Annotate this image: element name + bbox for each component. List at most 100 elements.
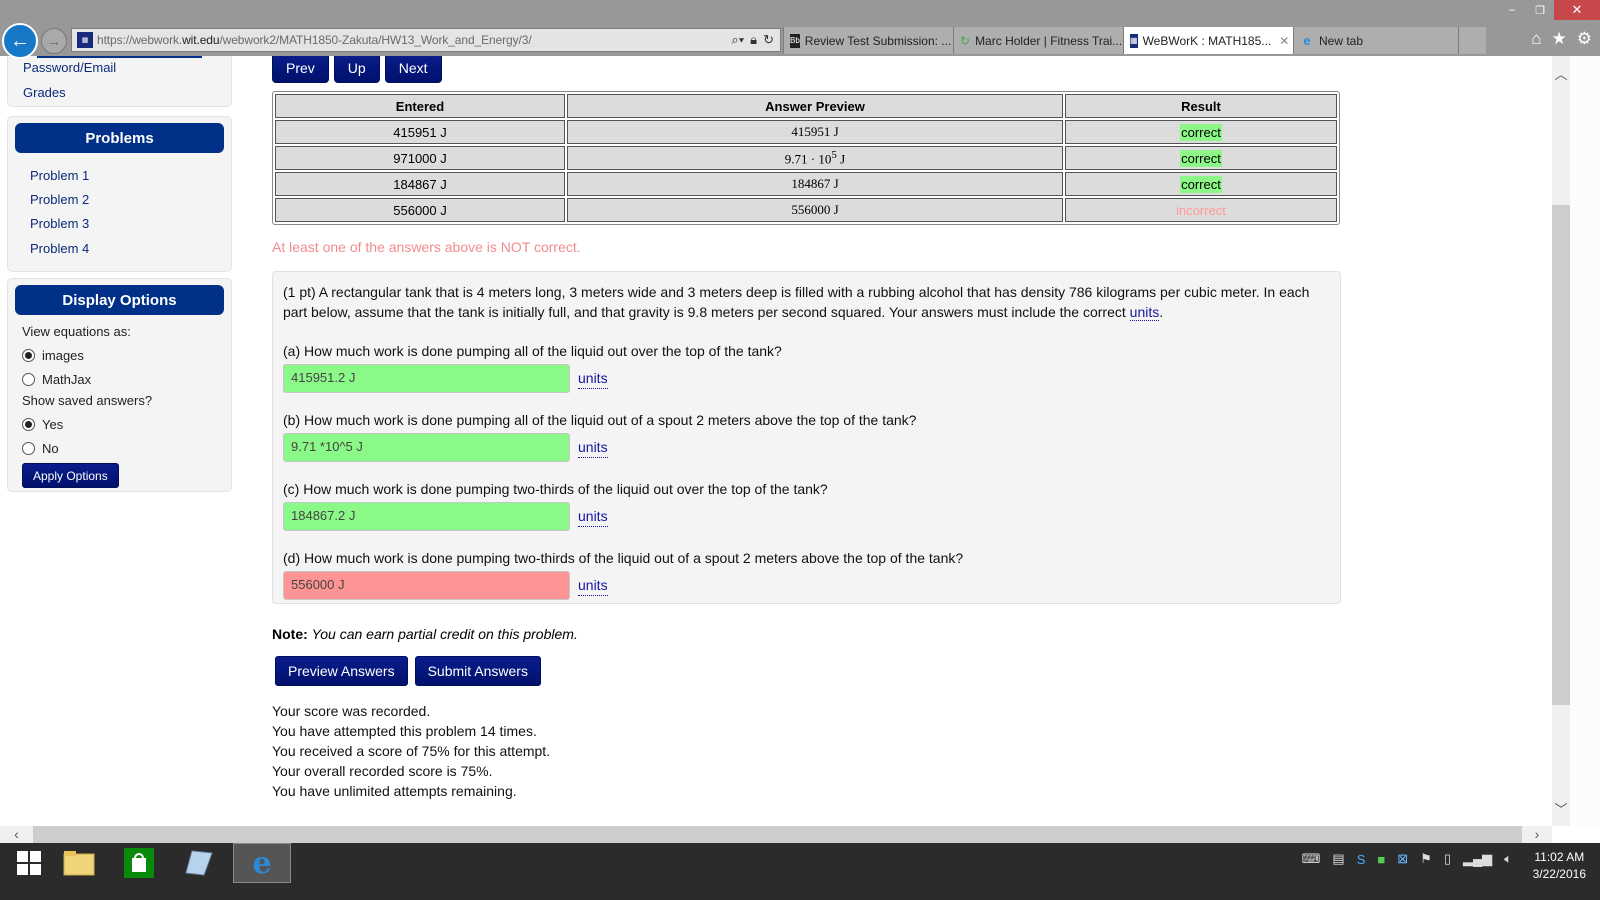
vertical-scroll-thumb[interactable] <box>1552 205 1570 705</box>
tab-review-test[interactable]: Bb Review Test Submission: ... <box>783 27 953 54</box>
table-row: 971000 J 9.71 · 105 J correct <box>275 146 1337 170</box>
answer-input-a[interactable]: 415951.2 J <box>283 363 570 393</box>
grades-link[interactable]: Grades <box>23 85 66 100</box>
units-link-b[interactable]: units <box>578 437 608 458</box>
minimize-button[interactable]: – <box>1498 0 1526 20</box>
star-icon[interactable]: ★ <box>1552 29 1567 49</box>
radio-label: Yes <box>42 416 64 432</box>
units-link-a[interactable]: units <box>578 368 608 389</box>
apply-options-button[interactable]: Apply Options <box>22 463 119 488</box>
green-app-icon[interactable]: ■ <box>1377 852 1385 867</box>
search-icon[interactable]: ⌕▾ <box>731 32 744 48</box>
preview-answers-button[interactable]: Preview Answers <box>275 656 408 686</box>
horizontal-scrollbar[interactable]: ‹ › <box>0 826 1552 843</box>
display-options-form: View equations as: images MathJax Show s… <box>22 324 152 488</box>
view-equations-label: View equations as: <box>22 324 131 339</box>
result-correct-badge: correct <box>1180 123 1222 141</box>
notepad-button[interactable] <box>170 843 228 883</box>
scroll-left-icon[interactable]: ‹ <box>0 826 33 843</box>
volume-muted-icon[interactable]: 🔈︎ <box>1504 851 1512 867</box>
entered-cell: 556000 J <box>275 198 565 222</box>
home-icon[interactable]: ⌂ <box>1531 29 1541 49</box>
close-tab-icon[interactable]: ✕ <box>1279 34 1289 48</box>
clock-time: 11:02 AM <box>1534 850 1585 864</box>
problem-1-link[interactable]: Problem 1 <box>30 168 89 183</box>
flag-icon[interactable]: ⚑ <box>1420 851 1432 867</box>
forward-button[interactable]: → <box>41 28 67 54</box>
url-text[interactable]: https://webwork.wit.edu/webwork2/MATH185… <box>97 33 532 47</box>
file-explorer-button[interactable] <box>50 843 108 883</box>
not-correct-warning: At least one of the answers above is NOT… <box>272 239 581 255</box>
close-window-button[interactable]: ✕ <box>1554 0 1600 20</box>
vertical-scrollbar[interactable]: ︿ ﹀ <box>1552 56 1570 826</box>
score-line: You have attempted this problem 14 times… <box>272 723 537 739</box>
part-a: (a) How much work is done pumping all of… <box>283 341 1330 393</box>
lock-icon[interactable]: 🔒︎ <box>750 32 757 48</box>
notes-icon[interactable]: ▤ <box>1332 851 1344 867</box>
result-correct-badge: correct <box>1180 175 1222 193</box>
refresh-page-icon: ↻ <box>960 33 971 48</box>
answer-input-d[interactable]: 556000 J <box>283 570 570 600</box>
answer-row-d: 556000 J units <box>283 570 1330 600</box>
radio-unselected-icon[interactable] <box>22 441 35 455</box>
radio-mathjax[interactable]: MathJax <box>22 367 152 391</box>
answer-input-b[interactable]: 9.71 *10^5 J <box>283 432 570 462</box>
app-s-icon[interactable]: S <box>1357 852 1366 867</box>
store-button[interactable] <box>110 843 168 883</box>
tab-marc-holder[interactable]: ↻ Marc Holder | Fitness Trai... <box>953 27 1123 54</box>
webwork-icon: ▦ <box>1130 33 1138 48</box>
units-link-d[interactable]: units <box>578 575 608 596</box>
radio-no[interactable]: No <box>22 436 152 460</box>
internet-explorer-button[interactable]: e <box>233 843 291 883</box>
submit-answers-button[interactable]: Submit Answers <box>414 656 541 686</box>
answer-row-b: 9.71 *10^5 J units <box>283 432 1330 462</box>
signal-icon[interactable]: ▂▄▆ <box>1463 851 1492 867</box>
problem-intro-end: . <box>1159 304 1164 320</box>
blackboard-icon: Bb <box>790 33 800 48</box>
url-domain: wit.edu <box>182 33 220 47</box>
refresh-icon[interactable]: ↻ <box>763 32 774 48</box>
problem-4-link[interactable]: Problem 4 <box>30 241 89 256</box>
gear-icon[interactable]: ⚙ <box>1577 29 1592 49</box>
entered-cell: 415951 J <box>275 120 565 144</box>
display-options-box: Display Options View equations as: image… <box>7 278 232 492</box>
network-app-icon[interactable]: ⊠ <box>1397 851 1408 867</box>
radio-selected-icon[interactable] <box>22 348 35 362</box>
new-tab-button[interactable] <box>1458 27 1486 54</box>
table-row: 184867 J 184867 J correct <box>275 172 1337 196</box>
prev-button[interactable]: Prev <box>272 56 329 83</box>
scroll-up-icon[interactable]: ︿ <box>1552 64 1570 83</box>
windows-logo-icon <box>17 851 41 875</box>
battery-icon[interactable]: ▯ <box>1444 851 1451 867</box>
radio-unselected-icon[interactable] <box>22 372 35 386</box>
result-incorrect-badge: incorrect <box>1176 202 1226 218</box>
answer-input-c[interactable]: 184867.2 J <box>283 501 570 531</box>
up-button[interactable]: Up <box>333 56 380 83</box>
keyboard-icon[interactable]: ⌨ <box>1302 851 1321 867</box>
tab-new-tab[interactable]: e New tab <box>1293 27 1458 54</box>
scroll-down-icon[interactable]: ﹀ <box>1552 799 1570 818</box>
units-help-link[interactable]: units <box>1129 304 1160 321</box>
score-line: Your score was recorded. <box>272 703 431 719</box>
preview-cell: 415951 J <box>567 120 1063 144</box>
radio-images[interactable]: images <box>22 343 152 367</box>
restore-button[interactable]: ❐ <box>1526 0 1554 20</box>
tab-label: Review Test Submission: ... <box>804 33 952 48</box>
arrow-right-icon: → <box>47 33 61 49</box>
problem-3-link[interactable]: Problem 3 <box>30 216 89 231</box>
radio-selected-icon[interactable] <box>22 417 35 431</box>
scroll-right-icon[interactable]: › <box>1522 826 1552 843</box>
next-button[interactable]: Next <box>384 56 442 83</box>
page-viewport: Password/Email Grades Problems Problem 1… <box>0 56 1552 826</box>
score-line: You have unlimited attempts remaining. <box>272 783 517 799</box>
back-button[interactable]: ← <box>2 23 38 59</box>
radio-yes[interactable]: Yes <box>22 412 152 436</box>
tab-webwork[interactable]: ▦ WeBWorK : MATH185... ✕ <box>1123 27 1293 54</box>
result-correct-badge: correct <box>1180 149 1222 167</box>
problem-2-link[interactable]: Problem 2 <box>30 192 89 207</box>
password-email-link[interactable]: Password/Email <box>23 60 116 75</box>
webwork-favicon-icon: ▦ <box>77 32 93 48</box>
units-link-c[interactable]: units <box>578 506 608 527</box>
clock[interactable]: 11:02 AM 3/22/2016 <box>1533 849 1586 883</box>
address-bar[interactable]: ▦ https://webwork.wit.edu/webwork2/MATH1… <box>71 28 781 52</box>
